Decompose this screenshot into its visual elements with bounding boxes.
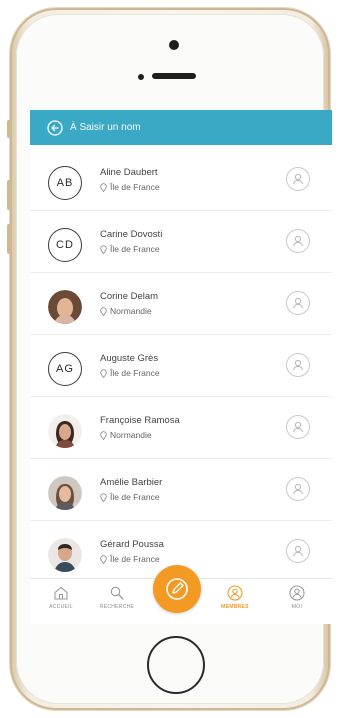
contact-row[interactable]: CD Carine Dovosti Île de France <box>30 220 332 280</box>
contact-row[interactable]: AG Auguste Grès Île de France <box>30 344 332 404</box>
region-label: Île de France <box>110 554 160 564</box>
members-icon <box>227 585 243 601</box>
contact-region: Île de France <box>100 182 160 192</box>
profile-button[interactable] <box>286 415 310 439</box>
avatar <box>48 476 82 510</box>
contact-region: Île de France <box>100 244 160 254</box>
me-icon <box>289 585 305 601</box>
avatar: AG <box>48 352 82 386</box>
row-divider <box>30 334 332 335</box>
contact-name: Corine Delam <box>100 291 159 302</box>
avatar <box>48 290 82 324</box>
user-icon <box>293 297 303 309</box>
location-pin-icon <box>100 306 107 316</box>
search-bar[interactable]: À Saisir un nom <box>30 110 332 145</box>
contact-row[interactable]: AB Aline Daubert Île de France <box>30 158 332 218</box>
nav-item-moi[interactable]: MOI <box>270 585 324 623</box>
profile-button[interactable] <box>286 167 310 191</box>
contact-name: Carine Dovosti <box>100 229 163 240</box>
contact-row[interactable]: Corine Delam Normandie <box>30 282 332 342</box>
edit-icon <box>166 578 188 600</box>
region-label: Normandie <box>110 306 152 316</box>
profile-button[interactable] <box>286 539 310 563</box>
compose-button[interactable] <box>153 565 201 613</box>
region-label: Île de France <box>110 368 160 378</box>
back-arrow-icon[interactable] <box>46 119 64 137</box>
location-pin-icon <box>100 430 107 440</box>
profile-button[interactable] <box>286 353 310 377</box>
nav-label: ACCUEIL <box>49 604 73 610</box>
avatar: AB <box>48 166 82 200</box>
search-input[interactable]: À Saisir un nom <box>70 122 141 133</box>
contact-region: Île de France <box>100 368 160 378</box>
nav-label: RECHERCHE <box>99 604 135 610</box>
proximity-sensor <box>138 74 144 80</box>
volume-up-button <box>7 180 11 210</box>
nav-label: MOI <box>291 604 303 610</box>
contact-name: Auguste Grès <box>100 353 159 364</box>
user-icon <box>293 173 303 185</box>
nav-item-membres[interactable]: MEMBRES <box>208 585 262 623</box>
contact-name: Gérard Poussa <box>100 539 164 550</box>
avatar: CD <box>48 228 82 262</box>
earpiece-speaker <box>152 73 196 79</box>
row-divider <box>30 520 332 521</box>
home-icon <box>54 586 68 600</box>
profile-button[interactable] <box>286 229 310 253</box>
row-divider <box>30 396 332 397</box>
contact-row[interactable]: Amélie Barbier Île de France <box>30 468 332 528</box>
row-divider <box>30 210 332 211</box>
contact-name: Françoise Ramosa <box>100 415 180 426</box>
region-label: Normandie <box>110 430 152 440</box>
user-icon <box>293 421 303 433</box>
location-pin-icon <box>100 182 107 192</box>
region-label: Île de France <box>110 492 160 502</box>
profile-button[interactable] <box>286 291 310 315</box>
user-icon <box>293 545 303 557</box>
front-camera <box>169 40 179 50</box>
app-screen: À Saisir un nom AB Aline Daubert Île de … <box>30 110 332 624</box>
contact-region: Île de France <box>100 554 160 564</box>
avatar <box>48 538 82 572</box>
profile-button[interactable] <box>286 477 310 501</box>
contact-name: Amélie Barbier <box>100 477 163 488</box>
user-icon <box>293 359 303 371</box>
silent-switch <box>7 120 11 138</box>
contact-name: Aline Daubert <box>100 167 158 178</box>
avatar <box>48 414 82 448</box>
contact-region: Normandie <box>100 430 152 440</box>
home-button[interactable] <box>147 636 205 694</box>
location-pin-icon <box>100 492 107 502</box>
nav-item-accueil[interactable]: ACCUEIL <box>34 585 88 623</box>
volume-down-button <box>7 224 11 254</box>
contact-row[interactable]: Françoise Ramosa Normandie <box>30 406 332 466</box>
contact-region: Île de France <box>100 492 160 502</box>
location-pin-icon <box>100 244 107 254</box>
user-icon <box>293 483 303 495</box>
nav-item-recherche[interactable]: RECHERCHE <box>90 585 144 623</box>
row-divider <box>30 272 332 273</box>
region-label: Île de France <box>110 244 160 254</box>
contact-region: Normandie <box>100 306 152 316</box>
user-icon <box>293 235 303 247</box>
row-divider <box>30 458 332 459</box>
region-label: Île de France <box>110 182 160 192</box>
search-icon <box>110 586 124 600</box>
location-pin-icon <box>100 554 107 564</box>
location-pin-icon <box>100 368 107 378</box>
nav-label: MEMBRES <box>221 604 249 610</box>
